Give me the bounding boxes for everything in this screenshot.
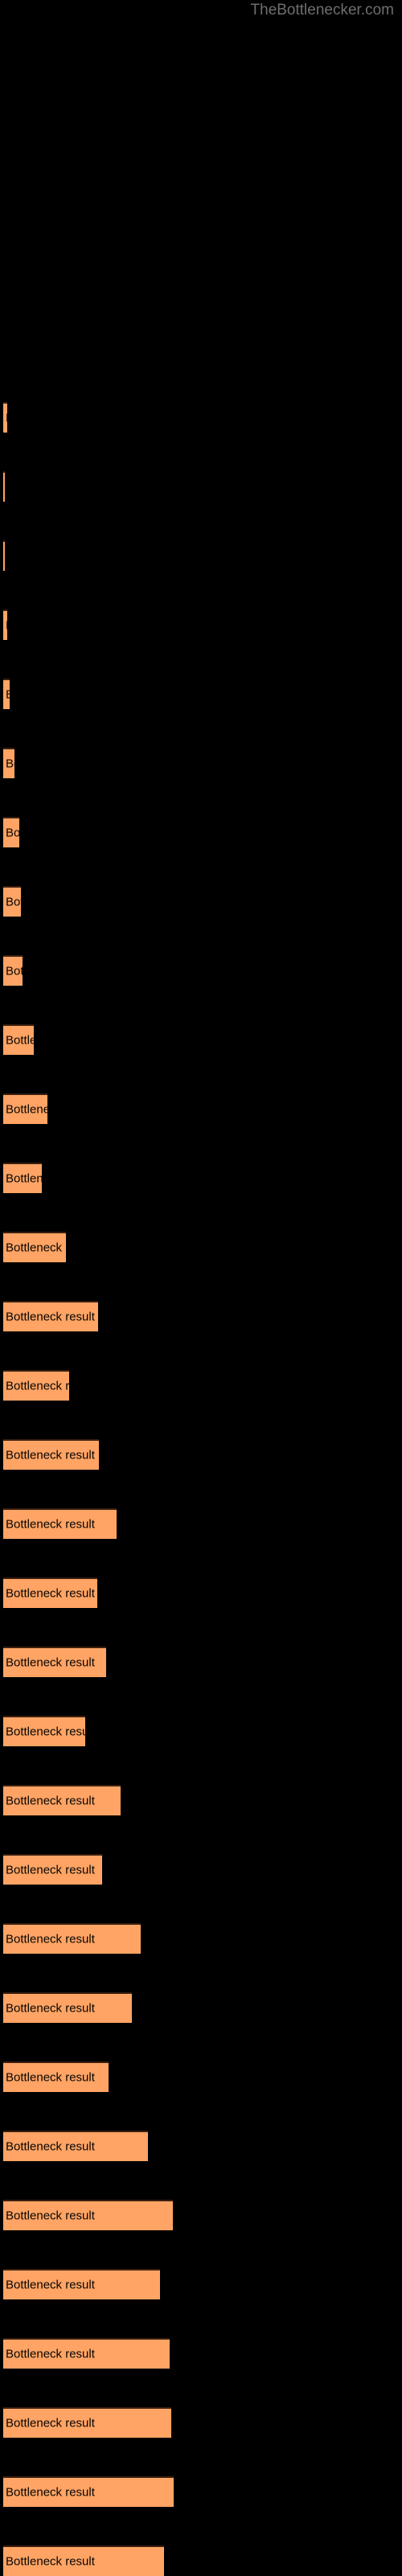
bar[interactable]: Bottleneck result <box>3 1439 99 1470</box>
bar-label: Bottleneck result <box>6 2485 95 2500</box>
bar-row: Bottleneck result <box>0 1923 402 1954</box>
bar-label: Bottleneck result <box>6 2070 95 2085</box>
bar[interactable]: Bottleneck result <box>3 2476 174 2507</box>
bar-row: Bottleneck result <box>0 886 402 917</box>
bar[interactable]: Bottleneck result <box>3 1647 106 1677</box>
bar-label: Bottleneck result <box>6 2139 95 2154</box>
bar-row: Bottleneck result <box>0 2269 402 2299</box>
bar[interactable]: Bottleneck result <box>3 402 7 433</box>
bar-label: Bottleneck result <box>6 1725 85 1739</box>
bar[interactable]: Bottleneck result <box>3 886 21 917</box>
bar[interactable]: Bottleneck result <box>3 817 19 847</box>
bar-label: Bottleneck result <box>6 1863 95 1877</box>
bar[interactable]: Bottleneck result <box>3 955 23 986</box>
bar[interactable]: Bottleneck result <box>3 2407 171 2438</box>
bar-label: Bottleneck result <box>6 1379 69 1393</box>
bar-label: Bottleneck result <box>6 620 7 632</box>
bar-label: Bottleneck result <box>6 689 10 701</box>
bar-row: Bottleneck result <box>0 1093 402 1124</box>
bar-row: Bottleneck result <box>0 1785 402 1815</box>
bar-row: Bottleneck result <box>0 1370 402 1401</box>
bar-label: Bottleneck result <box>6 2278 95 2292</box>
bar-label: Bottleneck result <box>6 1241 66 1255</box>
bar-label: Bottleneck result <box>6 757 14 771</box>
bar-label: Bottleneck result <box>6 826 19 840</box>
bar-chart-plot-area: Bottleneck result Bottleneck result Bottle… <box>0 0 402 2576</box>
bar-row: Bottleneck result <box>0 955 402 986</box>
bar[interactable]: Bottleneck result <box>3 2338 170 2369</box>
bar-label: Bottleneck result <box>6 2347 95 2361</box>
bar[interactable]: Bottleneck result <box>3 1992 132 2023</box>
bar[interactable]: Bottleneck result <box>3 1370 69 1401</box>
bar-row: Bottleneck result <box>0 748 402 778</box>
bar[interactable]: Bottleneck result <box>3 2131 148 2161</box>
bar-row: Bottleneck result <box>0 817 402 847</box>
bar[interactable]: Bottleneck result <box>3 1716 85 1746</box>
bar-row: Bottleneck result <box>0 2131 402 2161</box>
bar[interactable]: Bottleneck result <box>3 679 10 709</box>
bar[interactable]: Bottleneck result <box>3 609 7 640</box>
bar-label: Bottleneck result <box>6 1448 95 1462</box>
bar-row: Bottleneck result <box>0 2545 402 2576</box>
bar-row: Bottleneck result <box>0 679 402 709</box>
bar[interactable]: Bottleneck result <box>3 1301 98 1331</box>
bar-label: Bottleneck result <box>6 412 7 425</box>
bar-row: Bottleneck result <box>0 1232 402 1262</box>
bar-row: Bottleneck result <box>0 2338 402 2369</box>
bar-label: Bottleneck result <box>6 1794 95 1808</box>
bar-row: Bottleneck result <box>0 1716 402 1746</box>
bar-label: Bottleneck result <box>6 1171 42 1186</box>
bar-row: Bottleneck result <box>0 1854 402 1885</box>
bar[interactable]: Bottleneck result <box>3 1923 141 1954</box>
bar-label: Bottleneck result <box>6 1932 95 1946</box>
bar[interactable]: Bottleneck result <box>3 748 14 778</box>
bar-row: Bottleneck result <box>0 1301 402 1331</box>
bar[interactable]: Bottleneck result <box>3 2269 160 2299</box>
bar-row: Bottleneck result <box>0 402 402 433</box>
bar-label: Bottleneck result <box>6 1102 47 1117</box>
page-root: TheBottlenecker.com Bottleneck resultBot… <box>0 0 402 2576</box>
bar-row: Bottleneck result <box>0 471 402 502</box>
bar-label: Bottleneck result <box>6 1586 95 1601</box>
bar-row: Bottleneck result <box>0 1024 402 1055</box>
bar-row: Bottleneck result <box>0 609 402 640</box>
bar-row: Bottleneck result <box>0 1992 402 2023</box>
bar-label: Bottleneck result <box>6 1517 95 1532</box>
bar[interactable]: Bottleneck result <box>3 1163 42 1193</box>
bar-label: Bottleneck result <box>6 964 23 978</box>
bar-label: Bottleneck result <box>6 1655 95 1670</box>
bar-row: Bottleneck result <box>0 2407 402 2438</box>
bar[interactable]: Bottleneck result <box>3 1024 34 1055</box>
bar-row: Bottleneck result <box>0 1163 402 1193</box>
bar-row: Bottleneck result <box>0 1647 402 1677</box>
bar[interactable]: Bottleneck result <box>3 540 5 571</box>
bar-label: Bottleneck result <box>6 2001 95 2016</box>
bar-label: Bottleneck result <box>6 1033 34 1048</box>
bar[interactable]: Bottleneck result <box>3 1577 97 1608</box>
bar-row: Bottleneck result <box>0 540 402 571</box>
bar[interactable]: Bottleneck result <box>3 2545 164 2576</box>
bar-row: Bottleneck result <box>0 2200 402 2230</box>
bar[interactable]: Bottleneck result <box>3 1854 102 1885</box>
bar[interactable]: Bottleneck result <box>3 2200 173 2230</box>
bar[interactable]: Bottleneck result <box>3 471 5 502</box>
bar-row: Bottleneck result <box>0 1508 402 1539</box>
bar[interactable]: Bottleneck result <box>3 1093 47 1124</box>
bar-row: Bottleneck result <box>0 1577 402 1608</box>
bar-row: Bottleneck result <box>0 2061 402 2092</box>
bar-label: Bottleneck result <box>6 2416 95 2430</box>
bar-label: Bottleneck result <box>6 895 21 909</box>
bar-label: Bottleneck result <box>6 2554 95 2569</box>
bar[interactable]: Bottleneck result <box>3 2061 109 2092</box>
bar-label: Bottleneck result <box>6 2209 95 2223</box>
bar-label: Bottleneck result <box>6 1310 95 1324</box>
bar-row: Bottleneck result <box>0 2476 402 2507</box>
bar-row: Bottleneck result <box>0 1439 402 1470</box>
bar[interactable]: Bottleneck result <box>3 1508 117 1539</box>
bar[interactable]: Bottleneck result <box>3 1232 66 1262</box>
bar[interactable]: Bottleneck result <box>3 1785 121 1815</box>
